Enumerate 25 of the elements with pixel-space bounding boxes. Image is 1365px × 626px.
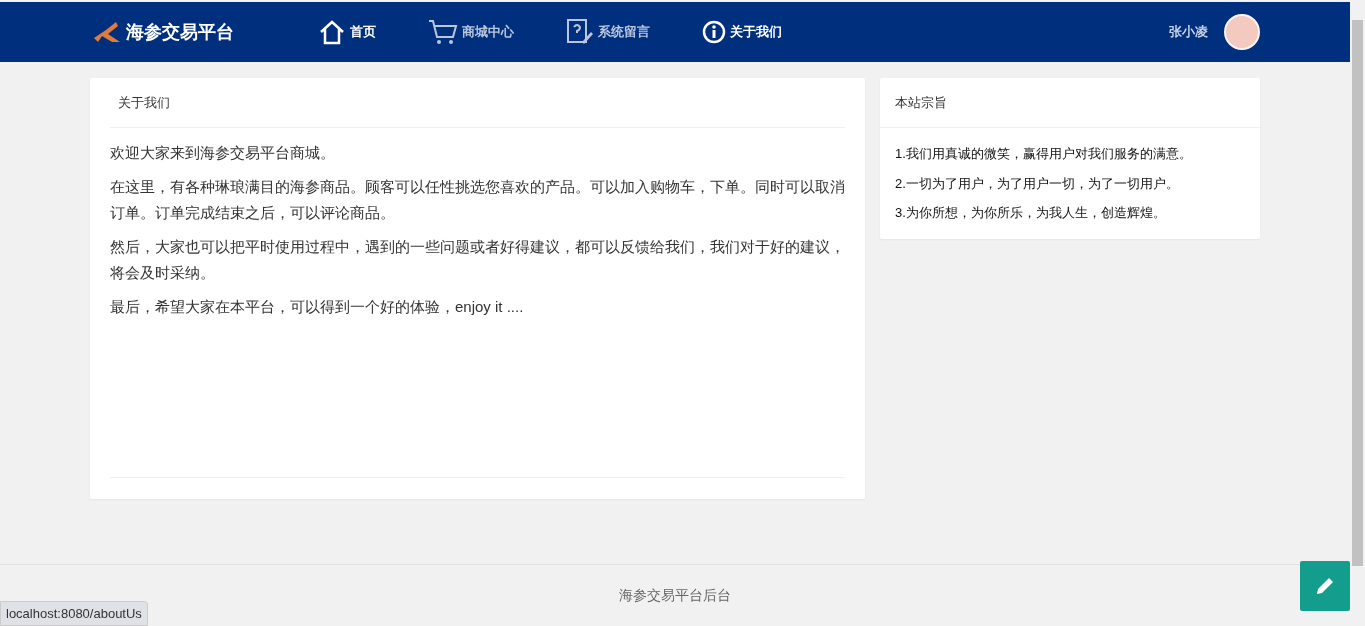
info-icon: [702, 20, 726, 44]
question-note-icon: [566, 18, 594, 46]
house-icon: [318, 19, 346, 45]
paragraph: 最后，希望大家在本平台，可以得到一个好的体验，enjoy it ....: [110, 297, 525, 317]
cart-icon: [428, 19, 458, 45]
paragraph: 在这里，有各种琳琅满目的海参商品。顾客可以任性挑选您喜欢的产品。可以加入购物车，下单。同时可以取消订单。订单完成结束之后，可以评论商品。: [110, 177, 845, 223]
nav-link[interactable]: 关于我们: [702, 18, 782, 46]
user-name[interactable]: 张小凌: [1169, 22, 1208, 42]
nav-link[interactable]: 首页: [318, 18, 376, 46]
edit-button[interactable]: [1300, 561, 1350, 611]
paragraph: 然后，大家也可以把平时使用过程中，遇到的一些问题或者好得建议，都可以反馈给我们，我们对于好的建议，将会及时采纳。: [110, 237, 845, 283]
site-title: 海参交易平台: [126, 20, 234, 44]
user-avatar[interactable]: [1224, 14, 1260, 50]
mission-item: 2.一切为了用户，为了用户一切，为了一切用户。: [895, 174, 1180, 193]
nav-link[interactable]: 系统留言: [566, 18, 650, 46]
logo-icon: [92, 20, 122, 44]
mission-item: 3.为你所想，为你所乐，为我人生，创造辉煌。: [895, 204, 1167, 222]
footer-text: 海参交易平台后台: [619, 586, 731, 605]
status-url: localhost:8080/aboutUs: [0, 600, 148, 626]
mission-item: 1.我们用真诚的微笑，赢得用户对我们服务的满意。: [895, 145, 1193, 163]
paragraph: 欢迎大家来到海参交易平台商城。: [110, 143, 336, 163]
card-title: 本站宗旨: [895, 93, 947, 112]
nav-link[interactable]: 商城中心: [428, 18, 514, 46]
card-title: 关于我们: [117, 93, 170, 112]
pencil-icon: [1314, 575, 1336, 597]
